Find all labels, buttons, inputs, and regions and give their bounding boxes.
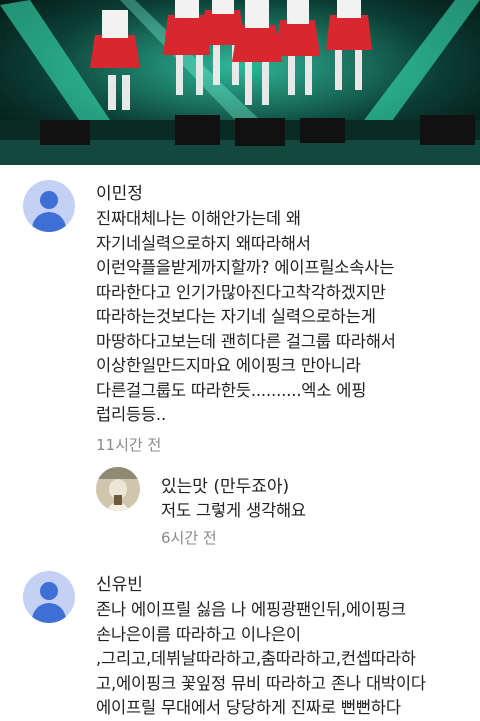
comment-line: 존나 에이프릴 싫음 나 에핑광팬인뒤,에이핑크 (96, 600, 406, 619)
comment-line: 럽리등등.. (96, 405, 167, 424)
avatar[interactable] (23, 571, 75, 623)
user-icon-body (32, 603, 66, 623)
comment-timestamp: 11시간 전 (96, 436, 162, 454)
comment-line: 마땅하다고보는데 괜히다른 걸그룹 따라해서 (96, 331, 396, 351)
user-icon-head (40, 191, 58, 209)
comment-line: 다른걸그룹도 따라한듯..........엑소 에핑 (96, 380, 367, 400)
comment-line: 손나은이름 따라하고 이나은이 (96, 624, 301, 644)
comment-author[interactable]: 신유빈 (96, 570, 143, 595)
comment-line: ,그리고,데뷔날따라하고,춤따라하고,컨셉따라하 (96, 649, 416, 668)
avatar[interactable] (23, 180, 75, 232)
comment-line: 자기네실력으로하지 왜따라해서 (96, 233, 311, 253)
comment-line: 진짜대체나는 이해안가는데 왜 (96, 209, 301, 228)
reply-text: 저도 그렇게 생각해요 (161, 501, 306, 520)
comment-author[interactable]: 이민정 (96, 179, 143, 204)
comment-text: 존나 에이프릴 싫음 나 에핑광팬인뒤,에이핑크 손나은이름 따라하고 이나은이… (96, 598, 426, 721)
comment-line: 에이프릴 무대에서 당당하게 진짜로 뻔뻔하다 (96, 698, 401, 717)
video-thumbnail[interactable] (0, 0, 480, 165)
reply-timestamp: 6시간 전 (161, 529, 217, 547)
comment-line: 이런악플을받게까지할까? 에이프릴소속사는 (96, 258, 395, 277)
comment-text: 진짜대체나는 이해안가는데 왜 자기네실력으로하지 왜따라해서 이런악플을받게까… (96, 207, 396, 428)
user-icon-head (40, 582, 58, 600)
comment-line: 이상한일만드지마요 에이핑크 만아니라 (96, 356, 361, 375)
concert-stage-image (0, 0, 480, 165)
comment-line: 따라한다고 인기가많아진다고착각하겠지만 (96, 282, 386, 302)
reply-avatar[interactable] (96, 467, 140, 511)
profile-photo-icon (96, 467, 140, 511)
comment-line: 고,에이핑크 꽃잎정 뮤비 따라하고 존나 대박이다 (96, 673, 426, 693)
comment-line: 따라하는것보다는 자기네 실력으로하는게 (96, 307, 376, 326)
reply-author[interactable]: 있는맛 (만두죠아) (161, 472, 289, 497)
user-icon-body (32, 212, 66, 232)
